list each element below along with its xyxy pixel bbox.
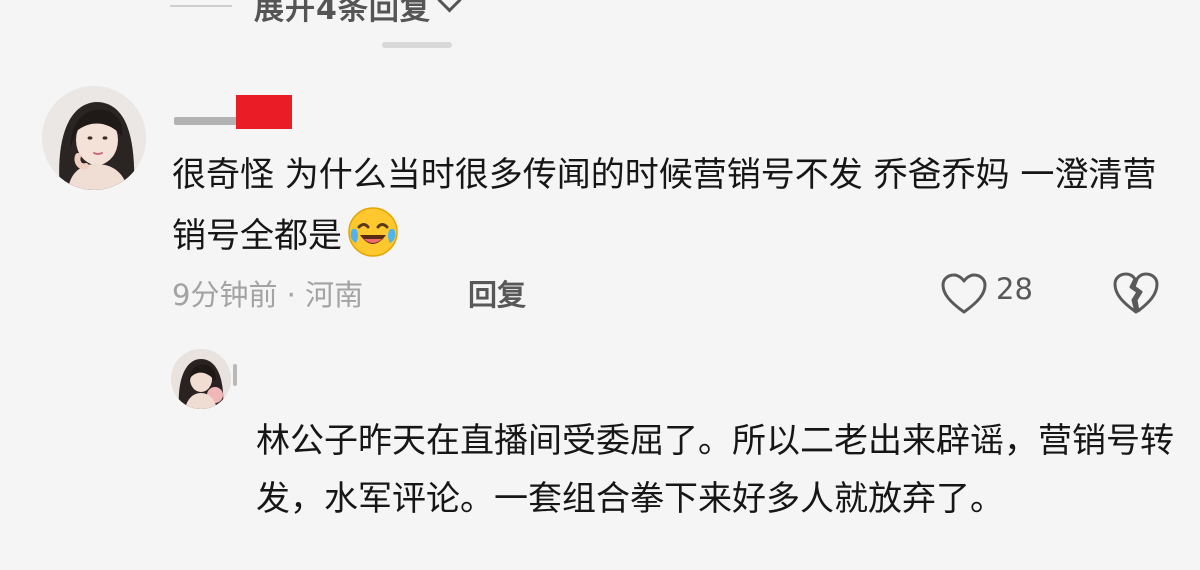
like-count: 28 <box>996 272 1033 306</box>
comment-text: 很奇怪 为什么当时很多传闻的时候营销号不发 乔爸乔妈 一澄清营销号全都是 <box>172 145 1162 266</box>
expand-replies-label[interactable]: 展开4条回复 <box>254 0 431 28</box>
expand-divider <box>170 5 232 7</box>
avatar[interactable] <box>42 86 146 190</box>
comment-time-location: 9分钟前 · 河南 <box>172 278 364 312</box>
username-redacted-mark <box>233 364 237 386</box>
comment-body: 很奇怪 为什么当时很多传闻的时候营销号不发 乔爸乔妈 一澄清营销号全都是 <box>172 155 1157 256</box>
username-redacted[interactable] <box>174 95 292 131</box>
expand-replies-row[interactable]: 展开4条回复 <box>170 0 462 28</box>
reply-avatar[interactable] <box>171 349 231 409</box>
broken-heart-icon[interactable] <box>1112 270 1160 316</box>
reply-comment-text: 林公子昨天在直播间受委屈了。所以二老出来辟谣，营销号转发，水军评论。一套组合拳下… <box>256 421 1174 519</box>
reply-button[interactable]: 回复 <box>468 272 526 314</box>
divider-smudge <box>382 42 452 48</box>
laughing-crying-emoji-icon <box>348 207 398 257</box>
heart-outline-icon[interactable] <box>940 272 988 316</box>
chevron-down-icon[interactable] <box>437 0 462 13</box>
